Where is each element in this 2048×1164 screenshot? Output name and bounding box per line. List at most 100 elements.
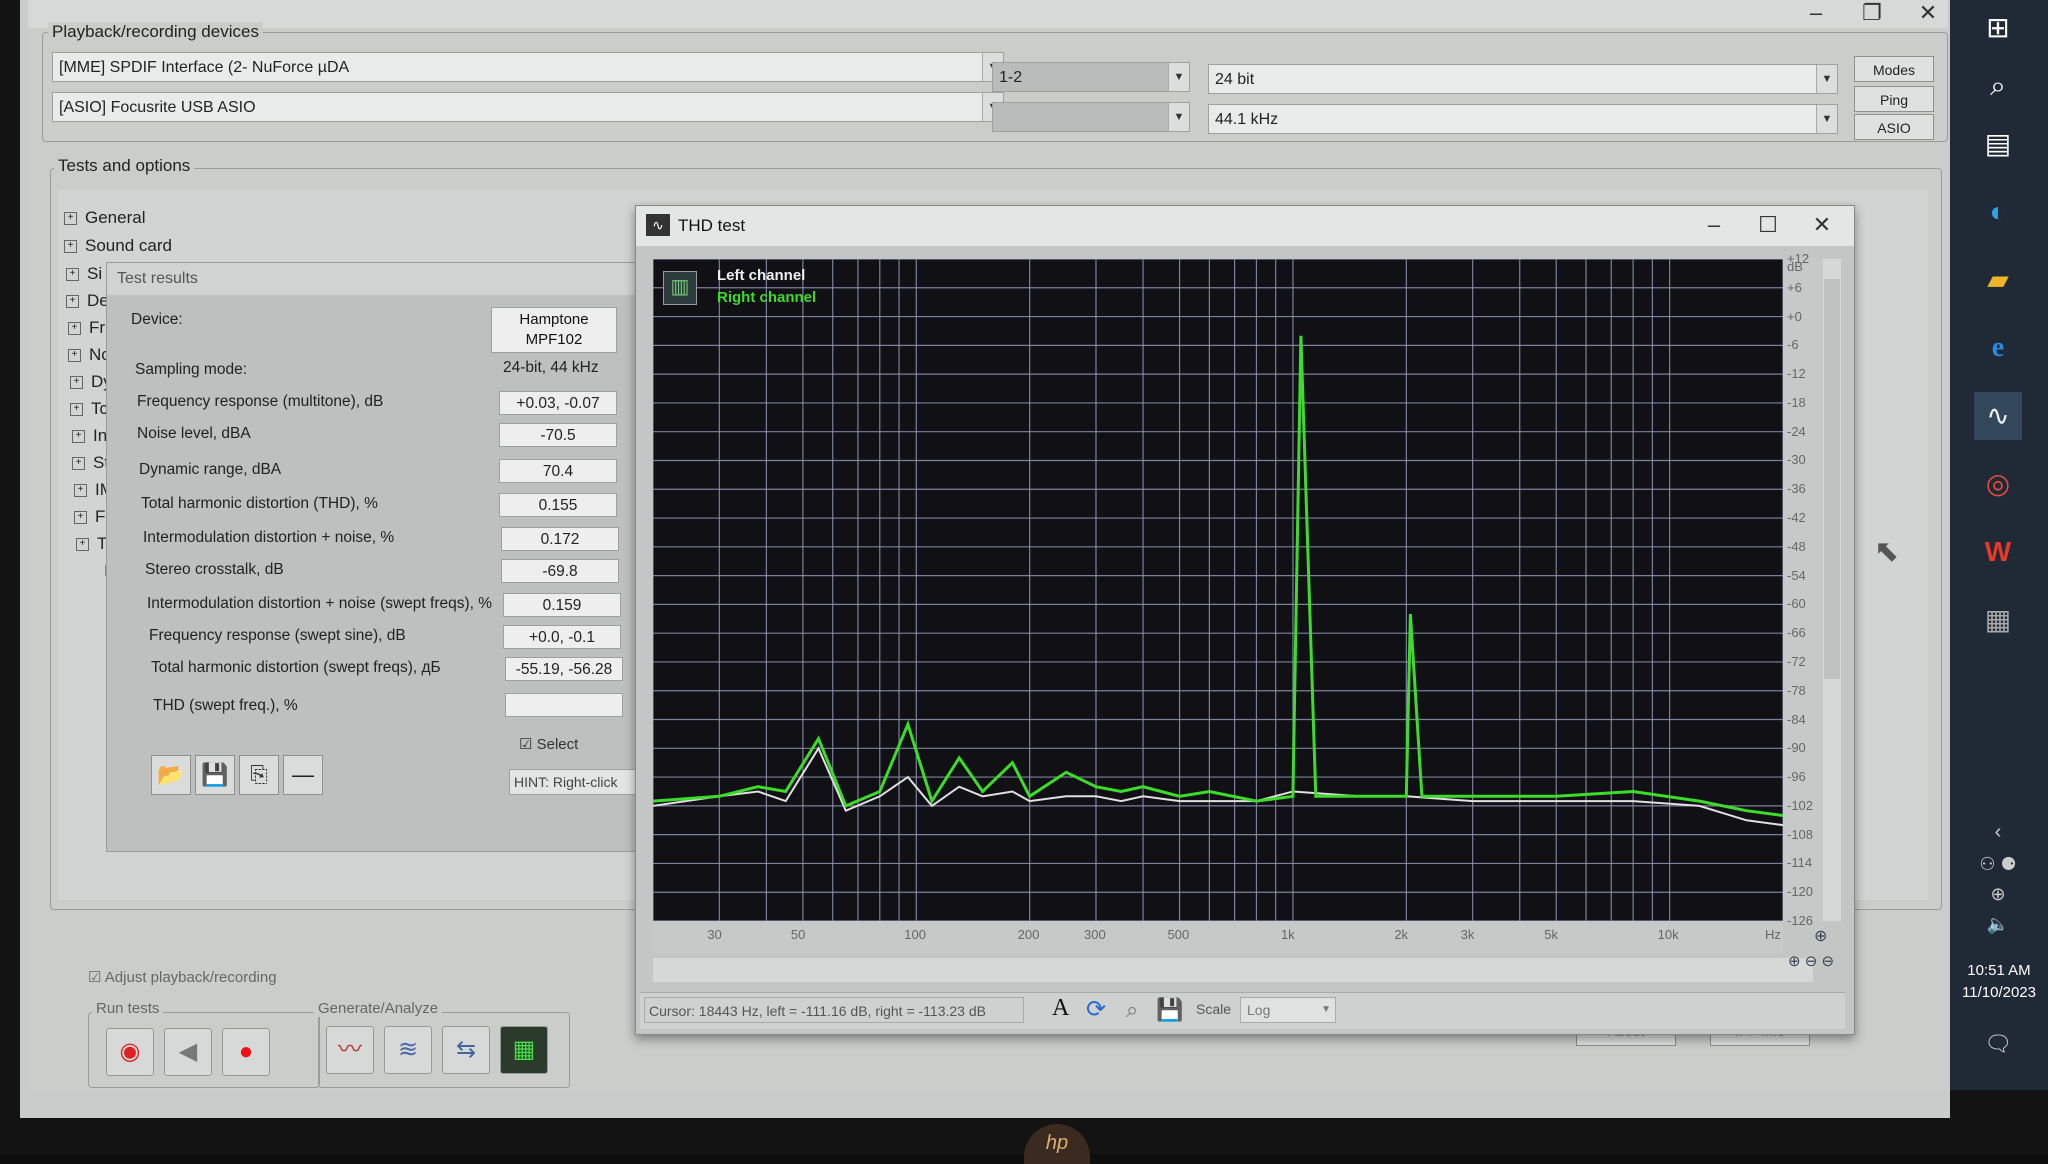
expand-icon: + [66,268,79,282]
audio-analyzer-icon[interactable]: ∿ [1974,392,2022,440]
playback-device-value: [MME] SPDIF Interface (2- NuForce µDA [59,59,350,76]
playback-icon[interactable]: ⇆ [442,1026,490,1074]
search-icon[interactable]: ⌕ [1974,62,2022,110]
save-icon[interactable]: 💾 [195,755,235,795]
generate-signal-icon[interactable]: 〰 [326,1026,374,1074]
copy-icon[interactable]: ⎘ [239,755,279,795]
select-checkbox[interactable]: ☑ Select [519,735,578,753]
tree-item-nc[interactable]: + Nc [68,345,110,365]
clock-date[interactable]: 11/10/2023 [1950,984,2048,1001]
x-tick-label: 3k [1460,927,1475,942]
tree-item-in[interactable]: + In [72,426,107,446]
spectrum-icon[interactable]: ▦ [500,1026,548,1074]
result-value [505,693,623,717]
y-tick-label: -30 [1787,452,1806,468]
stop-test-icon[interactable]: ◉ [106,1028,154,1076]
modes-button[interactable]: Modes [1854,56,1934,82]
thd-maximize-button[interactable]: ☐ [1740,212,1796,240]
channels-value: 1-2 [999,69,1023,86]
x-tick-label: 30 [707,927,722,942]
notification-icon[interactable]: 🗨 [1974,1020,2022,1068]
tree-item-tc[interactable]: + Tc [70,399,108,419]
tree-item-sound-card[interactable]: + Sound card [64,236,172,256]
result-label: Dynamic range, dBA [139,461,282,478]
tree-item-general[interactable]: + General [64,208,145,228]
y-tick-label: -60 [1787,596,1806,612]
select-label: Select [536,736,579,753]
file-explorer-icon[interactable]: ▰ [1974,256,2022,304]
y-tick-label: -102 [1787,797,1814,813]
tree-item-de[interactable]: + De [66,291,109,311]
record-icon[interactable]: ● [222,1028,270,1076]
clock-time[interactable]: 10:51 AM [1950,962,2048,979]
asio-button[interactable]: ASIO [1854,114,1934,140]
thd-minimize-button[interactable]: – [1686,212,1742,240]
y-tick-label: -96 [1787,769,1806,785]
restore-button[interactable]: ❐ [1844,0,1900,28]
expand-icon: + [72,457,85,471]
text-tool-icon[interactable]: A [1052,995,1069,1022]
zoom-in-icon[interactable]: ⊕ [1814,926,1827,946]
spectrum-plot[interactable]: ▥ Left channel Right channel [652,258,1784,922]
result-label: Total harmonic distortion (THD), % [141,495,378,512]
x-tick-label: 50 [790,927,806,942]
task-view-icon[interactable]: ▤ [1974,120,2022,168]
result-value: +0.0, -0.1 [503,625,621,649]
tree-item-fr[interactable]: + Fr [68,318,105,338]
y-axis: dB +12 +6 +0 -6 -12 -18 -24 -30 -36 -42 -48 -54 -60 -6… [1783,251,1823,928]
legend-left-channel: Left channel [717,267,806,284]
bit-depth-select[interactable]: 24 bit ▼ [1208,64,1838,94]
tree-item-label: General [85,208,146,227]
ping-button[interactable]: Ping [1854,86,1934,112]
thd-test-window: ∿ THD test – ☐ ✕ ▥ Left channel Right ch… [635,205,1855,1035]
minus-icon[interactable]: — [283,755,323,795]
horizontal-scrollbar[interactable] [653,958,1813,982]
open-folder-icon[interactable]: 📂 [151,755,191,795]
analyze-signal-icon[interactable]: ≋ [384,1026,432,1074]
tree-item-si[interactable]: + Si [66,264,102,284]
scrollbar-thumb[interactable] [1824,279,1840,679]
office-app-icon[interactable]: W [1974,528,2022,576]
speaker-icon[interactable]: ◀ [164,1028,212,1076]
recording-device-select[interactable]: [ASIO] Focusrite USB ASIO ▼ [52,92,1004,122]
y-tick-label: -12 [1787,366,1806,382]
x-tick-label: 10k [1657,927,1679,942]
recording-device-value: [ASIO] Focusrite USB ASIO [59,99,256,116]
x-tick-label: 5k [1544,927,1558,942]
chevron-down-icon: ▼ [1321,1004,1331,1015]
result-value: 70.4 [499,459,617,483]
result-value: 0.155 [499,493,617,517]
vertical-scrollbar[interactable] [1823,259,1841,921]
x-tick-label: 1k [1280,927,1295,942]
channels2-select[interactable]: ▼ [992,102,1190,132]
save-icon[interactable]: 💾 [1156,997,1183,1023]
zoom-fit-icon[interactable]: ⊕ ⊖ ⊖ [1788,952,1834,970]
y-tick-label: -48 [1787,538,1806,554]
waveform-icon: ∿ [646,214,670,236]
plot-options-icon[interactable]: ▥ [663,271,697,305]
scale-select[interactable]: Log ▼ [1240,997,1336,1023]
expand-icon: + [64,240,77,254]
search-icon[interactable]: ⌕ [1126,997,1138,1023]
grid-app-icon[interactable]: ▦ [1974,596,2022,644]
volume-icon[interactable]: 🔈 [1974,900,2022,948]
thd-close-button[interactable]: ✕ [1794,212,1850,240]
result-label: Frequency response (swept sine), dB [149,627,406,644]
playback-group-title: Playback/recording devices [48,22,263,42]
minimize-button[interactable]: – [1788,0,1844,28]
expand-icon: + [66,295,79,309]
tree-item-label: Fr [89,318,106,337]
tree-item-st[interactable]: + St [72,453,109,473]
expand-icon: + [70,403,83,417]
edge-browser-icon[interactable]: ◐ [1974,188,2022,236]
chevron-down-icon: ▼ [1816,105,1837,133]
sample-rate-select[interactable]: 44.1 kHz ▼ [1208,104,1838,134]
close-button[interactable]: ✕ [1900,0,1956,28]
windows-start-icon[interactable]: ⊞ [1974,4,2022,52]
media-app-icon[interactable]: ◎ [1974,460,2022,508]
channels-select[interactable]: 1-2 ▼ [992,62,1190,92]
adjust-checkbox[interactable]: ☑ Adjust playback/recording [88,968,277,986]
refresh-icon[interactable]: ⟳ [1086,995,1106,1024]
internet-explorer-icon[interactable]: e [1974,324,2022,372]
playback-device-select[interactable]: [MME] SPDIF Interface (2- NuForce µDA ▼ [52,52,1004,82]
